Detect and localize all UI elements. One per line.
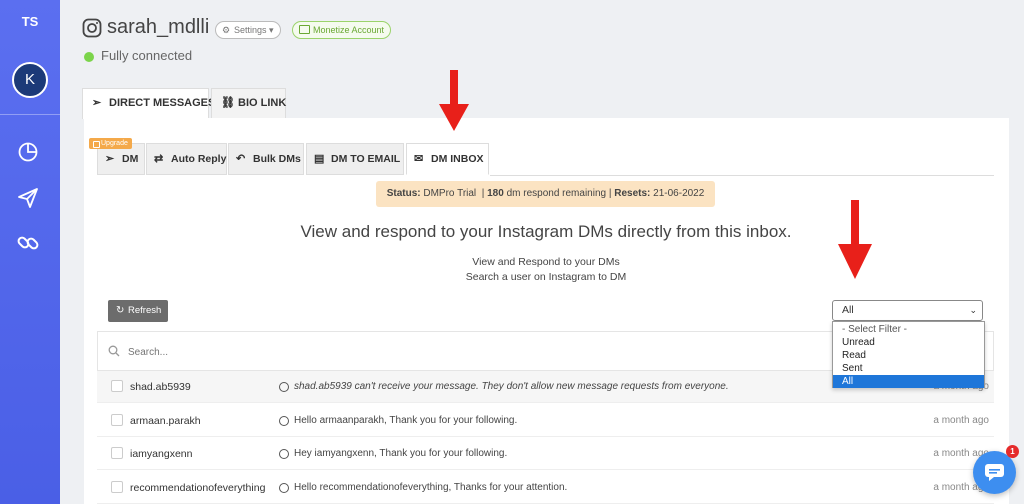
filter-option[interactable]: - Select Filter - — [833, 323, 984, 336]
workspace-initials[interactable]: TS — [0, 14, 60, 29]
account-username: sarah_mdlli — [107, 16, 210, 38]
search-input[interactable] — [128, 340, 528, 364]
status-label: Status: — [386, 188, 421, 199]
settings-button[interactable]: ⚙ Settings ▾ — [215, 21, 281, 39]
tab-bio-link[interactable]: ⛓ BIO LINK — [211, 88, 286, 118]
resets-value: 21-06-2022 — [653, 188, 705, 199]
row-message[interactable]: Hey iamyangxenn, Thank you for your foll… — [279, 438, 507, 470]
upgrade-badge[interactable]: Upgrade — [89, 138, 132, 149]
connection-status-dot — [84, 52, 94, 62]
tab-label: BIO LINK — [238, 97, 287, 109]
status-banner: Status: DMPro Trial | 180 dm respond rem… — [376, 181, 715, 207]
monetize-account-button[interactable]: Monetize Account — [292, 21, 392, 39]
reply-icon — [279, 483, 289, 493]
row-message[interactable]: shad.ab5939 can't receive your message. … — [279, 371, 729, 403]
row-message-text: shad.ab5939 can't receive your message. … — [294, 381, 729, 392]
tabs-divider — [490, 175, 994, 176]
search-icon — [108, 345, 120, 357]
row-message[interactable]: Hello armaanparakh, Thank you for your f… — [279, 405, 517, 437]
notification-badge: 1 — [1006, 445, 1019, 458]
filter-select[interactable]: All ⌄ — [832, 300, 983, 321]
row-message[interactable]: Hello recommendationofeverything, Thanks… — [279, 472, 567, 504]
chat-icon — [985, 464, 1004, 481]
tab-bulk-dms[interactable]: ↶ Bulk DMs — [228, 143, 304, 175]
row-message-text: Hello armaanparakh, Thank you for your f… — [294, 415, 518, 426]
refresh-icon: ↻ — [116, 305, 125, 316]
table-row[interactable]: recommendationofeverything Hello recomme… — [97, 472, 994, 504]
filter-selected-value: All — [842, 304, 854, 316]
send-icon[interactable] — [16, 186, 40, 210]
row-checkbox[interactable] — [111, 447, 123, 459]
tab-dm-to-email[interactable]: ▤ DM TO EMAIL — [306, 143, 404, 175]
row-username[interactable]: iamyangxenn — [130, 438, 192, 470]
row-username[interactable]: armaan.parakh — [130, 405, 201, 437]
avatar[interactable]: K — [12, 62, 48, 98]
monetize-label: Monetize Account — [313, 25, 385, 35]
table-row[interactable]: armaan.parakh Hello armaanparakh, Thank … — [97, 405, 994, 437]
document-icon: ▤ — [314, 153, 325, 165]
refresh-label: Refresh — [128, 305, 162, 316]
tab-direct-messages[interactable]: ➢ DIRECT MESSAGES — [82, 88, 215, 119]
filter-option-all[interactable]: All — [833, 375, 984, 388]
filter-option-sent[interactable]: Sent — [833, 362, 984, 375]
money-icon — [299, 25, 310, 34]
row-checkbox[interactable] — [111, 414, 123, 426]
row-message-text: Hey iamyangxenn, Thank you for your foll… — [294, 448, 508, 459]
row-message-text: Hello recommendationofeverything, Thanks… — [294, 482, 568, 493]
reply-all-icon: ↶ — [236, 153, 246, 165]
settings-label: Settings — [234, 25, 267, 35]
analytics-icon[interactable] — [16, 140, 40, 164]
auto-reply-icon: ⇄ — [154, 153, 164, 165]
remaining-text: dm respond remaining | — [506, 188, 612, 199]
envelope-icon: ✉ — [414, 153, 424, 165]
tab-label: Bulk DMs — [253, 153, 301, 165]
link-icon: ⛓ — [221, 97, 235, 109]
sidebar: TS K — [0, 0, 60, 504]
filter-option-unread[interactable]: Unread — [833, 336, 984, 349]
row-time: a month ago — [933, 415, 989, 426]
row-username[interactable]: shad.ab5939 — [130, 371, 191, 403]
gear-icon: ⚙ — [222, 25, 231, 35]
status-value: DMPro Trial — [423, 188, 477, 199]
filter-dropdown: - Select Filter - Unread Read Sent All — [832, 321, 985, 388]
tab-label: DM — [122, 153, 139, 165]
remaining-count: 180 — [487, 188, 504, 199]
tab-label: DM INBOX — [431, 153, 484, 165]
sidebar-divider — [0, 114, 60, 115]
row-username[interactable]: recommendationofeverything — [130, 472, 265, 504]
chevron-down-icon: ⌄ — [969, 305, 977, 315]
connection-status: Fully connected — [101, 48, 193, 63]
resets-label: Resets: — [614, 188, 651, 199]
refresh-button[interactable]: ↻ Refresh — [108, 300, 168, 322]
filter-option-read[interactable]: Read — [833, 349, 984, 362]
tab-label: DIRECT MESSAGES — [109, 97, 216, 109]
send-icon: ➢ — [92, 97, 102, 109]
reply-icon — [279, 382, 289, 392]
table-row[interactable]: iamyangxenn Hey iamyangxenn, Thank you f… — [97, 438, 994, 470]
tab-label: Auto Reply — [171, 153, 227, 165]
annotation-arrow-icon — [439, 70, 469, 131]
instagram-icon — [82, 18, 102, 38]
annotation-arrow-icon — [838, 200, 872, 279]
tab-label: DM TO EMAIL — [331, 153, 401, 165]
row-checkbox[interactable] — [111, 380, 123, 392]
tab-dm-inbox[interactable]: ✉ DM INBOX — [406, 143, 489, 175]
tab-auto-reply[interactable]: ⇄ Auto Reply — [146, 143, 227, 175]
reply-icon — [279, 449, 289, 459]
reply-icon — [279, 416, 289, 426]
row-checkbox[interactable] — [111, 481, 123, 493]
